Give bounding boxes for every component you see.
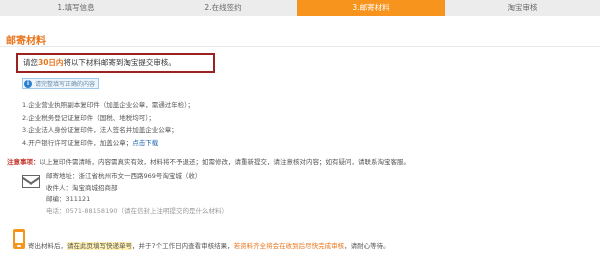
list-item: 2.企业税务登记证复印件（国税、地税均可）； bbox=[22, 113, 155, 122]
footer-text-mid: ，并于7个工作日内查看审核结果， bbox=[132, 242, 234, 250]
step-mail-materials: 3.邮寄材料 bbox=[297, 0, 445, 16]
footer-text-pre: 寄出材料后， bbox=[28, 242, 67, 250]
info-icon: i bbox=[24, 79, 32, 88]
list-item: 3.企业法人身份证复印件，法人签名并加盖企业公章； bbox=[22, 126, 178, 134]
list-item: 1.企业营业执照副本复印件（加盖企业公章，需通过年检）； bbox=[22, 101, 194, 109]
info-badge: i 请完整填写正确的内容 bbox=[22, 78, 100, 89]
deadline-notice: 请您30日内将以下材料邮寄到淘宝提交审核。 bbox=[16, 53, 215, 73]
envelope-icon bbox=[22, 175, 40, 188]
recipient-line: 收件人：淘宝商城招商部 bbox=[46, 183, 118, 192]
address-line: 邮寄地址：浙江省杭州市文一西路969号淘宝城（收） bbox=[46, 172, 202, 180]
attention-text: 以上复印件需清晰，内容需真实有效，材料将不予退还；如需修改，请重新提交，请注意核… bbox=[39, 158, 411, 166]
phone-line: 电话：0571-88158190（请在信封上注明提交的是什么材料） bbox=[46, 206, 228, 215]
footer-emphasis: 若资料齐全将会在收到后尽快完成审核 bbox=[233, 242, 345, 250]
mailing-address: 邮寄地址：浙江省杭州市文一西路969号淘宝城（收） 收件人：淘宝商城招商部 邮编… bbox=[46, 171, 228, 217]
list-item: 4.开户银行许可证复印件，加盖公章；点击下载 bbox=[22, 137, 194, 150]
page-title: 邮寄材料 bbox=[6, 36, 46, 47]
progress-steps: 1.填写信息 2.在线签约 3.邮寄材料 淘宝审核 bbox=[0, 0, 600, 16]
attention-label: 注意事项： bbox=[7, 158, 40, 166]
attention-note: 注意事项：以上复印件需清晰，内容需真实有效，材料将不予退还；如需修改，请重新提交… bbox=[7, 156, 410, 166]
step-online-sign: 2.在线签约 bbox=[149, 0, 297, 16]
step-taobao-review: 淘宝审核 bbox=[445, 0, 600, 16]
download-link[interactable]: 点击下载 bbox=[132, 139, 158, 147]
notice-text-post: 将以下材料邮寄到淘宝提交审核。 bbox=[63, 58, 176, 67]
list-item-text: 4.开户银行许可证复印件，加盖公章； bbox=[22, 138, 133, 147]
footer-tip: 寄出材料后，请在此页填写快递单号，并于7个工作日内查看审核结果，若资料齐全将会在… bbox=[28, 240, 390, 250]
materials-list: 1.企业营业执照副本复印件（加盖企业公章，需通过年检）； 2.企业税务登记证复印… bbox=[22, 99, 194, 149]
footer-text-post: ，请耐心等待。 bbox=[344, 242, 390, 250]
mobile-phone-icon bbox=[13, 229, 25, 249]
footer-highlight: 请在此页填写快递单号 bbox=[67, 242, 132, 250]
notice-text-pre: 请您 bbox=[23, 58, 38, 67]
step-fill-info: 1.填写信息 bbox=[0, 0, 152, 16]
info-badge-text: 请完整填写正确的内容 bbox=[35, 81, 96, 88]
divider bbox=[0, 46, 600, 47]
notice-deadline: 30日内 bbox=[38, 58, 64, 67]
postcode-line: 邮编：311121 bbox=[46, 195, 91, 203]
